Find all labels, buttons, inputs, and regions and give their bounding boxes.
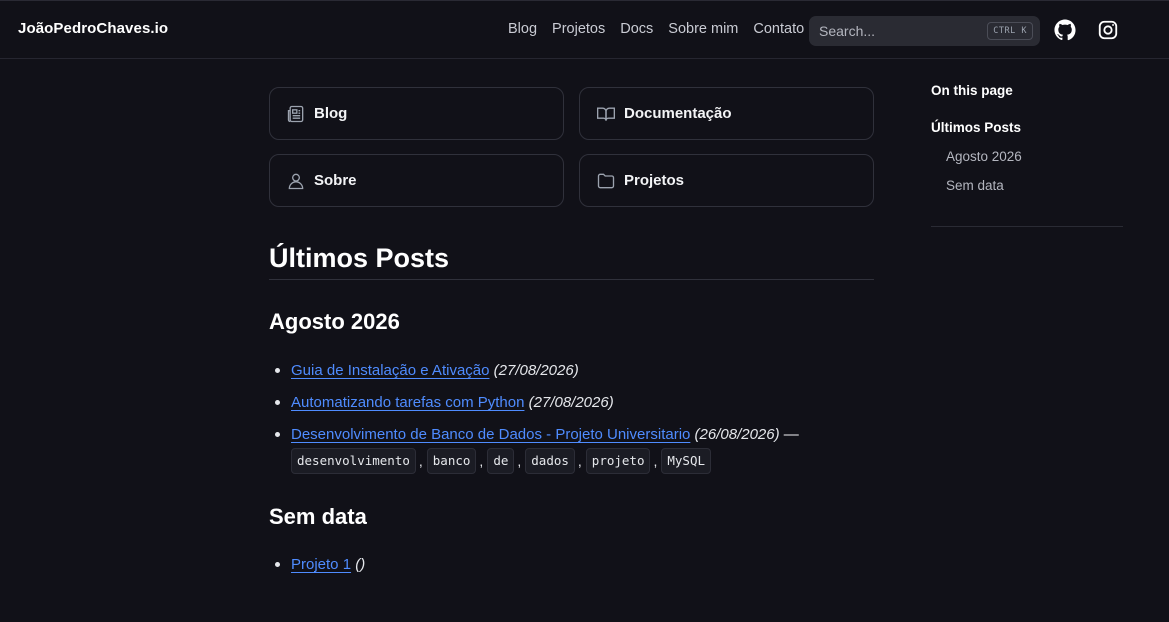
search-input[interactable] (819, 23, 979, 39)
table-of-contents: On this page Últimos Posts Agosto 2026 S… (931, 83, 1123, 227)
post-list-agosto-2026: Guia de Instalação e Ativação (27/08/202… (272, 361, 872, 486)
toc-item-ultimos-posts[interactable]: Últimos Posts (931, 120, 1021, 135)
tag: projeto (585, 448, 651, 474)
post-date: (27/08/2026) (528, 394, 614, 411)
newspaper-icon (286, 104, 306, 124)
folder-icon (596, 171, 616, 191)
card-sobre[interactable]: Sobre (269, 154, 564, 207)
tag: dados (525, 448, 575, 474)
toc-divider (931, 226, 1123, 227)
card-label: Sobre (314, 172, 357, 189)
post-link[interactable]: Guia de Instalação e Ativação (291, 362, 489, 379)
post-date: (26/08/2026) (694, 426, 780, 443)
list-item: Guia de Instalação e Ativação (27/08/202… (272, 361, 872, 381)
tag: MySQL (661, 448, 712, 474)
site-logo[interactable]: JoãoPedroChaves.io (18, 20, 168, 37)
post-dash: — (783, 426, 799, 443)
search-shortcut-badge: CTRL K (987, 22, 1033, 40)
card-label: Projetos (624, 172, 685, 189)
list-item: Projeto 1 () (272, 555, 872, 575)
top-navbar: JoãoPedroChaves.io Blog Projetos Docs So… (0, 0, 1169, 59)
post-link[interactable]: Projeto 1 (291, 556, 351, 573)
tag: de (487, 448, 515, 474)
list-item: Automatizando tarefas com Python (27/08/… (272, 393, 872, 413)
section-heading-agosto-2026: Agosto 2026 (269, 309, 400, 334)
toc-item-sem-data[interactable]: Sem data (946, 178, 1004, 193)
card-projetos[interactable]: Projetos (579, 154, 874, 207)
nav-link-projetos[interactable]: Projetos (552, 21, 605, 37)
post-date: (27/08/2026) (493, 362, 579, 379)
search-box[interactable]: CTRL K (809, 16, 1040, 46)
nav-link-docs[interactable]: Docs (620, 21, 653, 37)
instagram-icon[interactable] (1097, 19, 1119, 41)
post-list-sem-data: Projeto 1 () (272, 555, 872, 587)
tag: desenvolvimento (291, 448, 416, 474)
nav-link-blog[interactable]: Blog (508, 21, 537, 37)
post-date: () (355, 556, 366, 573)
card-blog[interactable]: Blog (269, 87, 564, 140)
toc-heading: On this page (931, 83, 1013, 98)
page-title: Últimos Posts (269, 243, 450, 273)
post-link[interactable]: Desenvolvimento de Banco de Dados - Proj… (291, 426, 690, 443)
nav-links: Blog Projetos Docs Sobre mim Contato (508, 21, 804, 37)
list-item: Desenvolvimento de Banco de Dados - Proj… (272, 425, 872, 474)
user-icon (286, 171, 306, 191)
github-icon[interactable] (1054, 19, 1076, 41)
toc-item-agosto-2026[interactable]: Agosto 2026 (946, 149, 1022, 164)
section-heading-sem-data: Sem data (269, 504, 367, 529)
nav-link-contato[interactable]: Contato (753, 21, 804, 37)
post-link[interactable]: Automatizando tarefas com Python (291, 394, 524, 411)
card-label: Documentação (624, 105, 732, 122)
tag-list: desenvolvimento, banco, de, dados, proje… (291, 448, 872, 474)
card-label: Blog (314, 105, 348, 122)
book-open-icon (596, 104, 616, 124)
tag: banco (426, 448, 477, 474)
card-documentacao[interactable]: Documentação (579, 87, 874, 140)
title-divider (269, 279, 874, 280)
nav-link-sobre-mim[interactable]: Sobre mim (668, 21, 738, 37)
